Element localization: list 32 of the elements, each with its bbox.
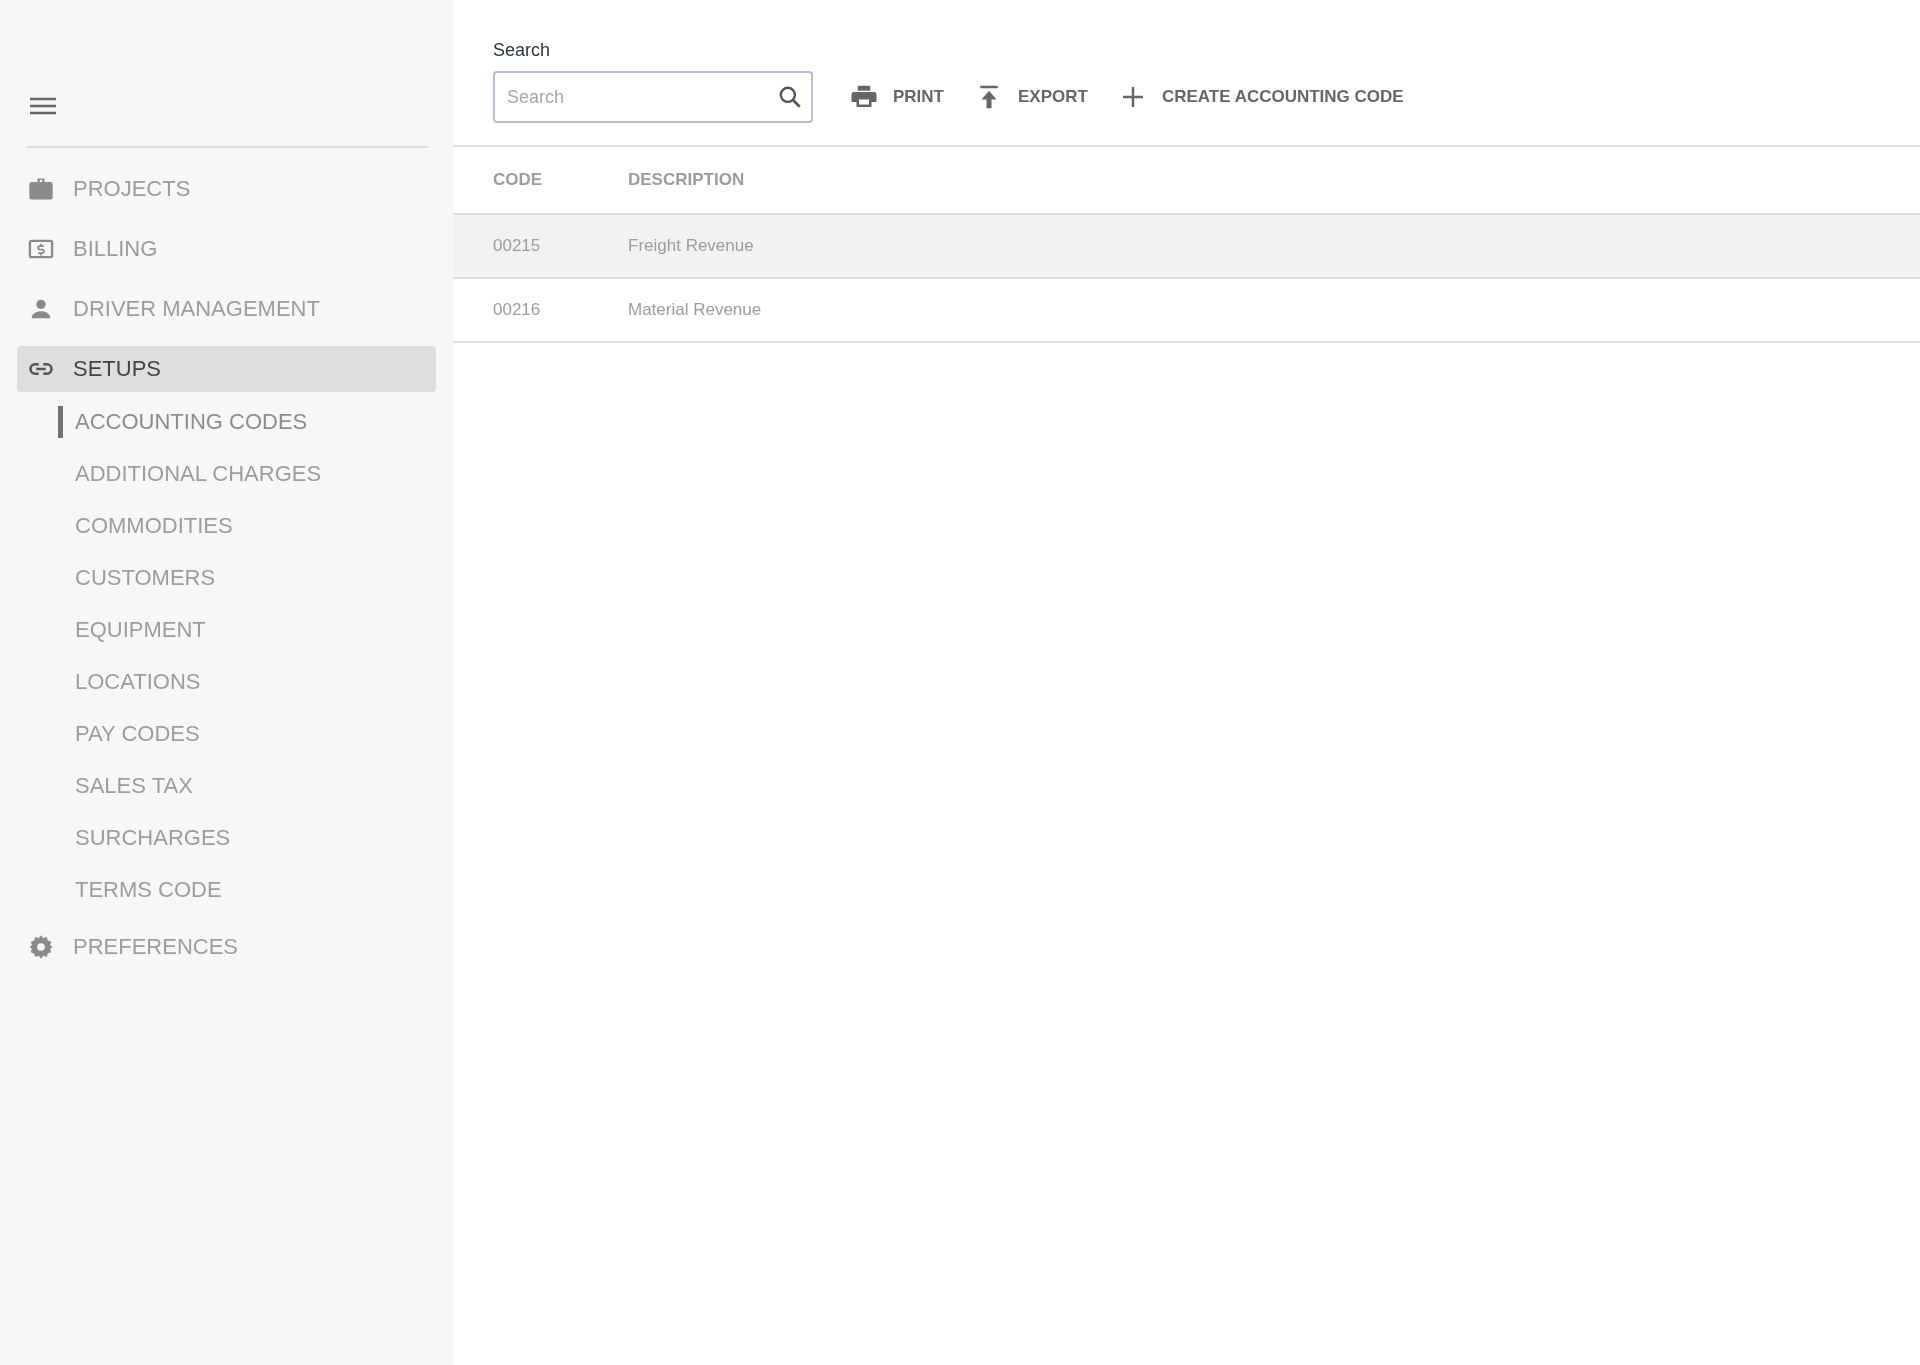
menu-icon[interactable] — [30, 96, 56, 116]
nav-subitem[interactable]: CUSTOMERS — [17, 552, 436, 604]
nav-subitem[interactable]: ACCOUNTING CODES — [17, 396, 436, 448]
column-header: DESCRIPTION — [628, 170, 745, 190]
nav-item[interactable]: DRIVER MANAGEMENT — [17, 286, 436, 332]
nav-subitem[interactable]: COMMODITIES — [17, 500, 436, 552]
nav-item[interactable]: BILLING — [17, 226, 436, 272]
nav-item[interactable]: SETUPS — [17, 346, 436, 392]
search-icon[interactable] — [777, 84, 803, 110]
nav-subitem[interactable]: SURCHARGES — [17, 812, 436, 864]
nav-subitem[interactable]: SALES TAX — [17, 760, 436, 812]
nav-subitem[interactable]: LOCATIONS — [17, 656, 436, 708]
nav-item[interactable]: PROJECTS — [17, 166, 436, 212]
table-cell: Material Revenue — [628, 300, 762, 320]
nav-subitem[interactable]: PAY CODES — [17, 708, 436, 760]
table-cell: Freight Revenue — [628, 236, 754, 256]
gear-icon — [27, 933, 55, 961]
search-field[interactable]: Search — [493, 71, 813, 123]
table-row[interactable]: 00215 Freight Revenue — [453, 215, 1920, 279]
nav-subitem[interactable]: ADDITIONAL CHARGES — [17, 448, 436, 500]
nav-subitem[interactable]: EQUIPMENT — [17, 604, 436, 656]
toolbar-button[interactable]: CREATE ACCOUNTING CODE — [1109, 75, 1412, 119]
table-cell-text: 00216 — [493, 300, 542, 320]
nav-item[interactable]: PREFERENCES — [17, 924, 436, 970]
table-cell-text: 00215 — [493, 236, 542, 256]
nav-subitem[interactable]: TERMS CODE — [17, 864, 436, 916]
table-row[interactable]: 00216 Material Revenue — [453, 279, 1920, 343]
toolbar-button[interactable]: EXPORT — [966, 75, 1096, 119]
column-header: CODE — [493, 170, 544, 190]
search-label: Search — [493, 40, 552, 61]
selection-indicator — [58, 406, 63, 438]
toolbar-button[interactable]: PRINT — [841, 75, 952, 119]
